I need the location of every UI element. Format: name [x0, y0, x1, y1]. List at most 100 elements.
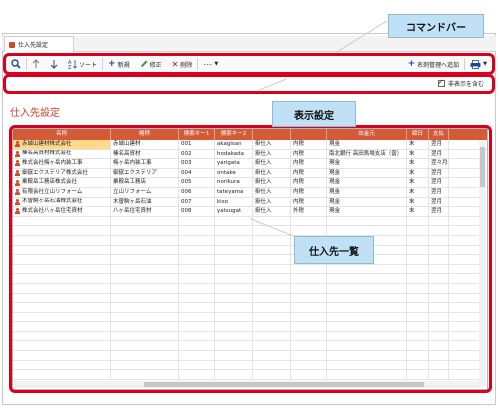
cell-search-key-1: [179, 331, 215, 341]
scroll-thumb[interactable]: [480, 147, 485, 187]
cell-purchase-type: [253, 255, 291, 264]
delete-button[interactable]: ✕ 削除: [167, 57, 198, 71]
print-button[interactable]: ▼: [465, 57, 492, 71]
cell-search-key-2: [215, 351, 253, 360]
table-row[interactable]: [13, 360, 487, 371]
cell-short-name: [111, 255, 179, 264]
search-button[interactable]: [6, 57, 26, 71]
table-row[interactable]: [13, 245, 487, 256]
cell-search-key-2: [215, 235, 253, 245]
table-row[interactable]: 御嶽エクステリア株式会社 御嶽エクステリア 004 ontake 掛仕入 内税 現金末翌月: [13, 168, 487, 179]
cell-short-name: 御嶽エクステリア: [111, 168, 179, 178]
cell-search-key-1: [179, 216, 215, 226]
scroll-thumb[interactable]: [144, 382, 424, 387]
add-to-card-management-button[interactable]: + 名刺管理へ追加: [403, 57, 465, 71]
column-header-name[interactable]: 名称: [13, 129, 111, 140]
cell-name: 株式会社八ヶ岳住宅資材: [13, 207, 111, 216]
cell-closing-day: [407, 322, 429, 331]
table-row[interactable]: [13, 341, 487, 352]
cell-payment: [429, 264, 449, 274]
row-scroll-spacer: [449, 265, 457, 274]
table-row[interactable]: [13, 283, 487, 294]
column-header-search-key-1[interactable]: 検索キー1: [179, 129, 215, 140]
cell-purchase-type: [253, 245, 291, 255]
cell-closing-day: [407, 370, 429, 379]
table-row[interactable]: [13, 303, 487, 313]
cell-tax-type: [291, 351, 327, 360]
callout-display-settings: 表示設定: [272, 101, 356, 127]
cell-tax-type: [291, 303, 327, 312]
table-row[interactable]: 榛名高資材株式会社 榛名高資材 002 hodakada 掛仕入 内税 南北銀行 高田馬場支…: [13, 149, 487, 160]
table-row[interactable]: 株式会社八ヶ岳住宅資材 八ヶ岳住宅資材 008 yatsugat 掛仕入 外税 現金末翌月: [13, 207, 487, 217]
move-up-button[interactable]: [27, 57, 45, 71]
callout-display-settings-text: 表示設定: [294, 110, 334, 122]
cell-search-key-1: 004: [179, 168, 215, 178]
cell-short-name: 八ヶ岳住宅資材: [111, 207, 179, 216]
table-row[interactable]: [13, 331, 487, 342]
table-row[interactable]: [13, 293, 487, 304]
edit-button[interactable]: 修正: [135, 57, 167, 71]
delete-label: 削除: [180, 61, 193, 69]
column-header-payment-source[interactable]: 出金元: [327, 129, 407, 140]
cell-payment: 翌月: [429, 168, 449, 178]
tab-supplier-settings[interactable]: 仕入先設定: [4, 36, 74, 52]
cell-search-key-1: [179, 226, 215, 235]
column-header-search-key-2[interactable]: 検索キー2: [215, 129, 253, 140]
cell-payment-source: [327, 293, 407, 303]
cell-text: 株式会社八ヶ岳住宅資材: [22, 207, 83, 214]
column-header-purchase-type[interactable]: [253, 129, 291, 140]
cell-purchase-type: 掛仕入: [253, 197, 291, 207]
cell-short-name: [111, 303, 179, 312]
table-row[interactable]: [13, 255, 487, 265]
cell-search-key-2: ontake: [215, 168, 253, 178]
search-icon: [11, 59, 21, 69]
vertical-scrollbar[interactable]: [479, 141, 486, 387]
cell-purchase-type: 掛仕入: [253, 149, 291, 159]
more-button[interactable]: ･･･ ▼: [198, 57, 223, 71]
row-scroll-spacer: [449, 150, 457, 159]
cell-short-name: [111, 312, 179, 322]
table-row[interactable]: [13, 235, 487, 246]
table-row[interactable]: 赤城山建材株式会社 赤城山建材 001 akagisan 掛仕入 内税 現金末翌月: [13, 140, 487, 150]
table-row[interactable]: [13, 370, 487, 380]
table-row[interactable]: 有限会社立山リフォーム 立山リフォーム 006 tateyama 掛仕入 内税 現金末翌月: [13, 187, 487, 198]
show-hidden-label: 非表示を含む: [447, 81, 484, 88]
table-row[interactable]: [13, 226, 487, 236]
table-row[interactable]: [13, 351, 487, 361]
table-row[interactable]: [13, 274, 487, 284]
cell-purchase-type: [253, 312, 291, 322]
table-row[interactable]: [13, 322, 487, 332]
cell-search-key-2: hodakada: [215, 149, 253, 159]
table-row[interactable]: 木曽駒ヶ岳石油株式会社 木曽駒ヶ岳石油 007 kiso 掛仕入 内税 現金末翌月: [13, 197, 487, 208]
table-row[interactable]: 乗鞍岳工務店株式会社 乗鞍岳工務店 005 norikura 掛仕入 内税 現金末翌月: [13, 178, 487, 188]
cell-short-name: [111, 293, 179, 303]
column-header-payment[interactable]: 支払: [429, 129, 449, 140]
cell-name: 御嶽エクステリア株式会社: [13, 168, 111, 178]
cell-payment: [429, 235, 449, 245]
show-hidden-checkbox[interactable]: [437, 78, 445, 87]
cell-payment: [429, 255, 449, 264]
cell-purchase-type: [253, 293, 291, 303]
cell-search-key-1: [179, 360, 215, 370]
cell-payment: [429, 370, 449, 379]
cell-purchase-type: [253, 322, 291, 331]
horizontal-scrollbar[interactable]: [14, 381, 480, 388]
column-header-tax-type[interactable]: [291, 129, 327, 140]
cell-purchase-type: [253, 341, 291, 351]
column-header-closing-day[interactable]: 締日: [407, 129, 429, 140]
sort-button[interactable]: AZ ソート: [63, 57, 102, 71]
person-icon: [15, 179, 20, 186]
table-row[interactable]: 株式会社梅ヶ岳内装工事 梅ヶ岳内装工事 003 yarigata 掛仕入 内税 現金末翌々月: [13, 159, 487, 169]
cell-closing-day: [407, 341, 429, 351]
table-row[interactable]: [13, 312, 487, 323]
row-scroll-spacer: [449, 255, 457, 264]
cell-search-key-2: tateyama: [215, 187, 253, 197]
cell-closing-day: [407, 264, 429, 274]
new-button[interactable]: + 新規: [103, 57, 135, 71]
column-header-short-name[interactable]: 略称: [111, 129, 179, 140]
move-down-button[interactable]: [45, 57, 63, 71]
callout-supplier-list: 仕入先一覧: [294, 236, 374, 264]
cell-purchase-type: 掛仕入: [253, 140, 291, 149]
table-row[interactable]: [13, 264, 487, 275]
cell-name: [13, 216, 111, 226]
